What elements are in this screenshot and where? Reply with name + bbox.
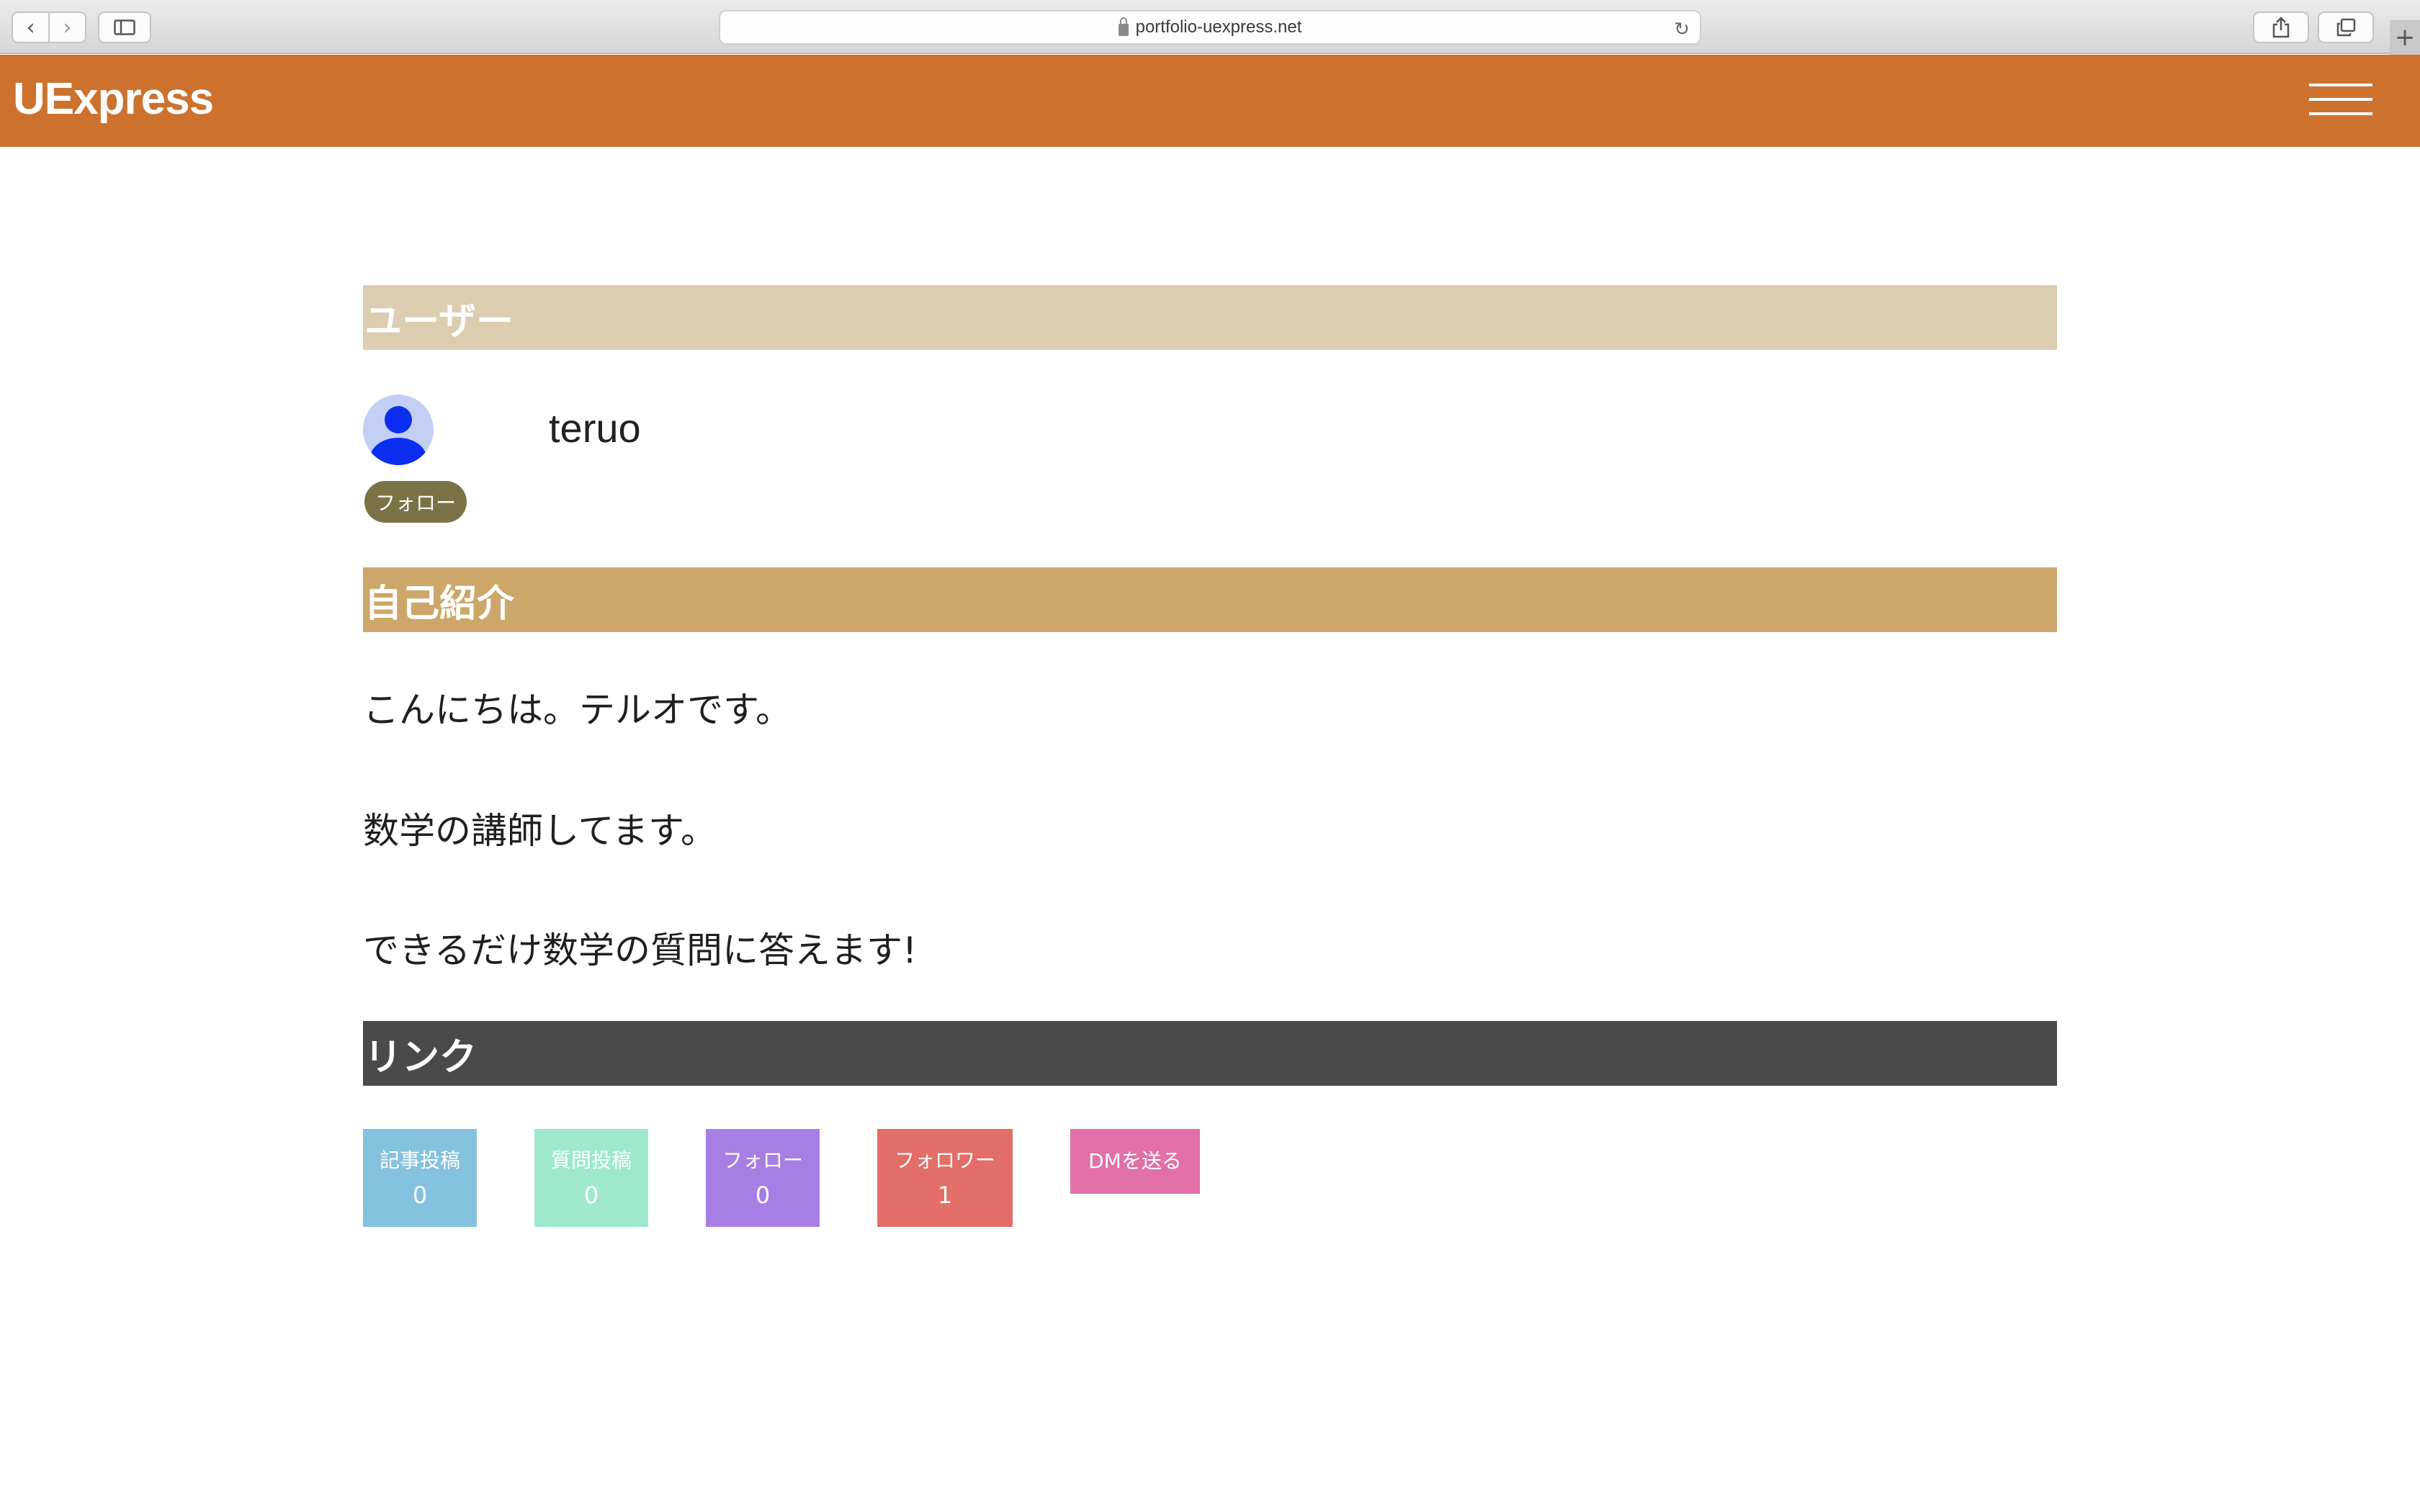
link-count: 1 — [937, 1182, 953, 1209]
link-label: DMを送る — [1088, 1149, 1182, 1173]
link-count: 0 — [583, 1182, 599, 1209]
site-header: UExpress — [0, 55, 2420, 147]
questions-count-link[interactable]: 質問投稿 0 — [534, 1129, 648, 1227]
link-count: 0 — [412, 1182, 428, 1209]
intro-text-line: できるだけ数学の質問に答えます! — [363, 930, 918, 971]
avatar-icon — [363, 395, 434, 465]
sidebar-toggle-button[interactable] — [98, 12, 151, 43]
follow-button[interactable]: フォロー — [364, 481, 467, 523]
browser-toolbar: ‹ › portfolio-uexpress.net ↻ + — [0, 0, 2420, 55]
section-heading-user: ユーザー — [363, 285, 2057, 350]
address-bar[interactable]: portfolio-uexpress.net ↻ — [719, 10, 1701, 45]
back-button[interactable]: ‹ — [13, 13, 48, 42]
forward-button[interactable]: › — [48, 13, 85, 42]
section-heading-links: リンク — [363, 1021, 2057, 1086]
intro-text-line: 数学の講師してます。 — [363, 810, 717, 852]
hamburger-icon-bar — [2309, 84, 2372, 86]
url-text: portfolio-uexpress.net — [1135, 17, 1302, 37]
link-label: 質問投稿 — [550, 1148, 632, 1172]
hamburger-icon-bar — [2309, 98, 2372, 101]
history-buttons: ‹ › — [12, 12, 86, 43]
new-tab-button[interactable]: + — [2390, 20, 2420, 55]
intro-text-line: こんにちは。テルオです。 — [363, 689, 792, 731]
link-label: フォロー — [722, 1148, 803, 1172]
menu-button[interactable] — [2309, 84, 2372, 115]
lock-icon — [1118, 17, 1129, 36]
share-icon — [2272, 17, 2290, 38]
tabs-overview-button[interactable] — [2318, 12, 2374, 43]
link-label: 記事投稿 — [379, 1148, 460, 1172]
share-button[interactable] — [2253, 12, 2309, 43]
brand-logo[interactable]: UExpress — [13, 73, 214, 125]
send-dm-button[interactable]: DMを送る — [1070, 1129, 1200, 1194]
back-icon: ‹ — [26, 14, 35, 40]
username: teruo — [549, 405, 641, 451]
posts-count-link[interactable]: 記事投稿 0 — [363, 1129, 477, 1227]
sidebar-icon — [114, 19, 135, 35]
following-count-link[interactable]: フォロー 0 — [706, 1129, 820, 1227]
tabs-icon — [2336, 18, 2356, 37]
reload-icon[interactable]: ↻ — [1674, 18, 1690, 40]
section-heading-intro: 自己紹介 — [363, 567, 2057, 632]
link-count: 0 — [755, 1182, 771, 1209]
followers-count-link[interactable]: フォロワー 1 — [877, 1129, 1013, 1227]
forward-icon: › — [63, 14, 72, 40]
hamburger-icon-bar — [2309, 112, 2372, 115]
plus-icon: + — [2394, 23, 2416, 52]
link-label: フォロワー — [894, 1148, 995, 1172]
